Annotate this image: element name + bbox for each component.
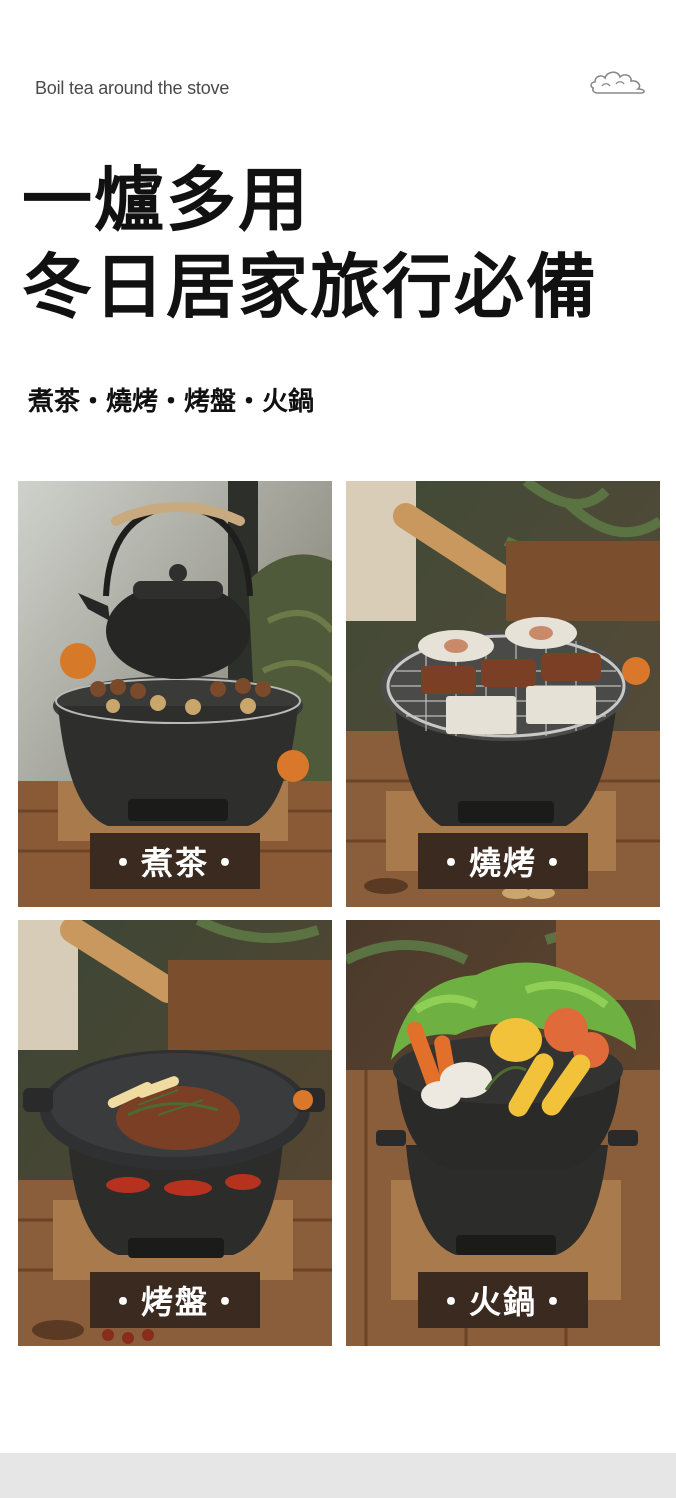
usage-subline: 煮茶・燒烤・烤盤・火鍋 (28, 387, 315, 417)
panel-label-griddle: ・烤盤・ (90, 1272, 260, 1328)
headline-line-2: 冬日居家旅行必備 (22, 246, 598, 328)
bottom-band (0, 1453, 676, 1498)
panel-bbq-photo: ・燒烤・ (346, 481, 660, 907)
headline-line-1: 一爐多用 (22, 159, 310, 241)
cloud-icon (590, 71, 645, 94)
tagline: Boil tea around the stove (35, 78, 230, 98)
panel-label-hotpot: ・火鍋・ (418, 1272, 588, 1328)
panel-griddle-photo: ・烤盤・ (18, 920, 332, 1346)
panel-tea-photo: ・煮茶・ (18, 481, 332, 907)
panel-label-bbq: ・燒烤・ (418, 833, 588, 889)
panel-label-tea: ・煮茶・ (90, 833, 260, 889)
panel-hotpot-photo: ・火鍋・ (346, 920, 660, 1346)
